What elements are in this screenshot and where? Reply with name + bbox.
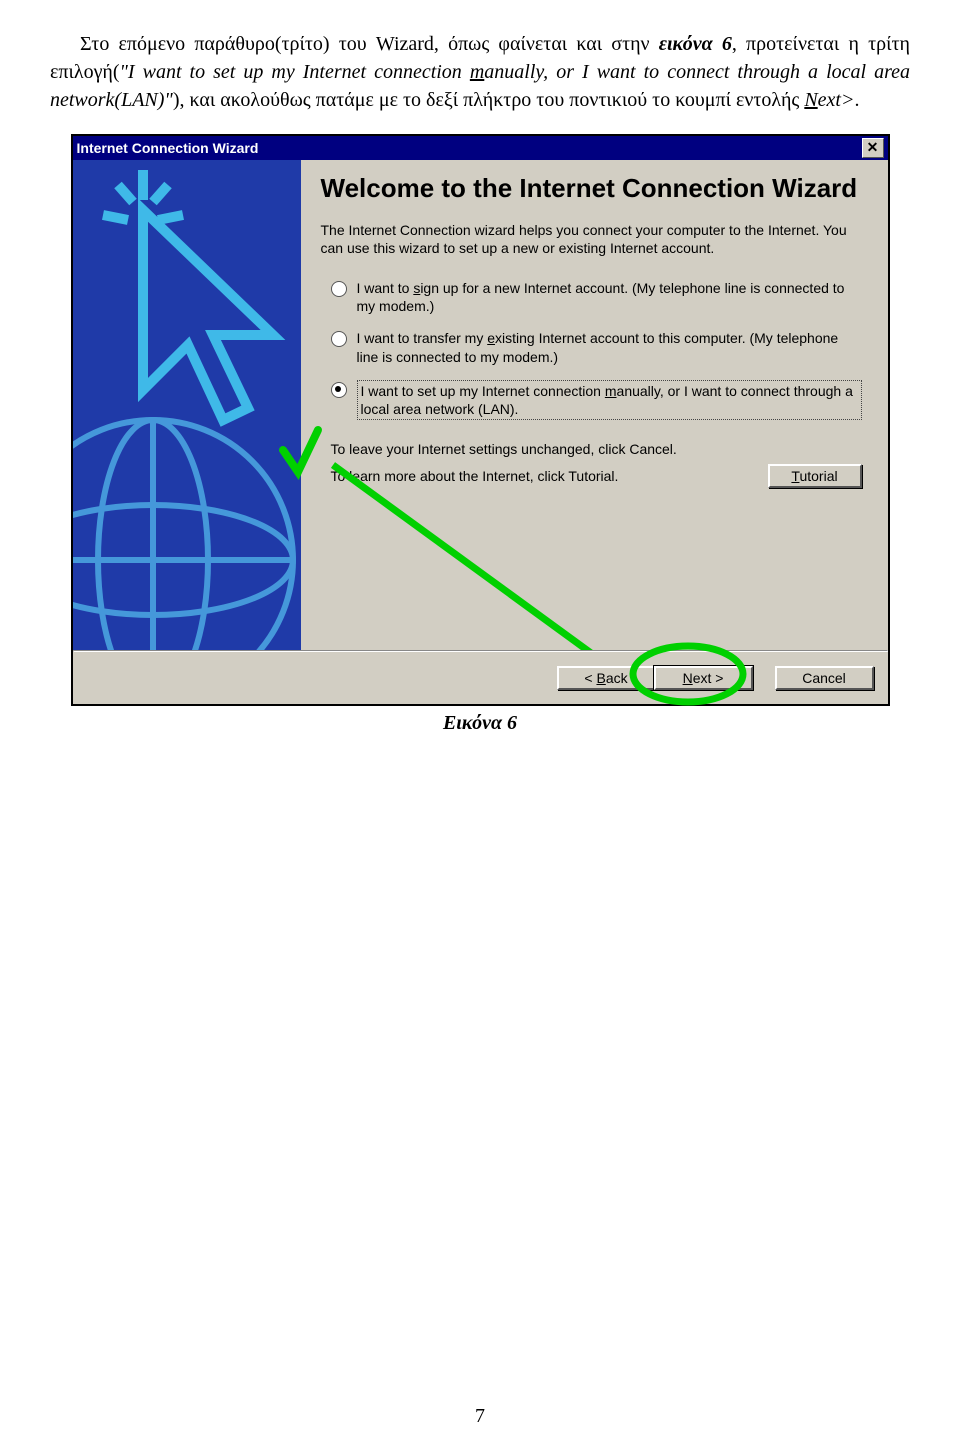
wizard-button-row: < Back Next > Cancel: [73, 652, 888, 704]
intro-paragraph: Στο επόμενο παράθυρο(τρίτο) του Wizard, …: [50, 30, 910, 114]
wizard-side-graphic: [73, 160, 301, 650]
next-button[interactable]: Next >: [654, 666, 753, 690]
window-title: Internet Connection Wizard: [77, 140, 862, 156]
radio-icon[interactable]: [331, 382, 347, 398]
wizard-description: The Internet Connection wizard helps you…: [321, 221, 862, 257]
option-signup[interactable]: I want to sign up for a new Internet acc…: [321, 279, 862, 315]
option-transfer[interactable]: I want to transfer my existing Internet …: [321, 329, 862, 365]
tutorial-button[interactable]: Tutorial: [768, 464, 862, 488]
wizard-heading: Welcome to the Internet Connection Wizar…: [321, 174, 862, 203]
close-button[interactable]: ✕: [862, 138, 884, 158]
footer-note-tutorial: To learn more about the Internet, click …: [331, 468, 768, 484]
page-number: 7: [0, 1405, 960, 1428]
titlebar[interactable]: Internet Connection Wizard ✕: [73, 136, 888, 160]
option-label: I want to set up my Internet connection …: [357, 380, 862, 420]
radio-icon[interactable]: [331, 281, 347, 297]
option-label: I want to transfer my existing Internet …: [357, 329, 862, 365]
back-button[interactable]: < Back: [557, 666, 656, 690]
wizard-window: Internet Connection Wizard ✕: [71, 134, 890, 706]
figure-caption: Εικόνα 6: [0, 712, 960, 735]
option-manual[interactable]: I want to set up my Internet connection …: [321, 380, 862, 420]
radio-icon[interactable]: [331, 331, 347, 347]
option-label: I want to sign up for a new Internet acc…: [357, 279, 862, 315]
cancel-button[interactable]: Cancel: [775, 666, 874, 690]
footer-note-cancel: To leave your Internet settings unchange…: [331, 440, 862, 458]
